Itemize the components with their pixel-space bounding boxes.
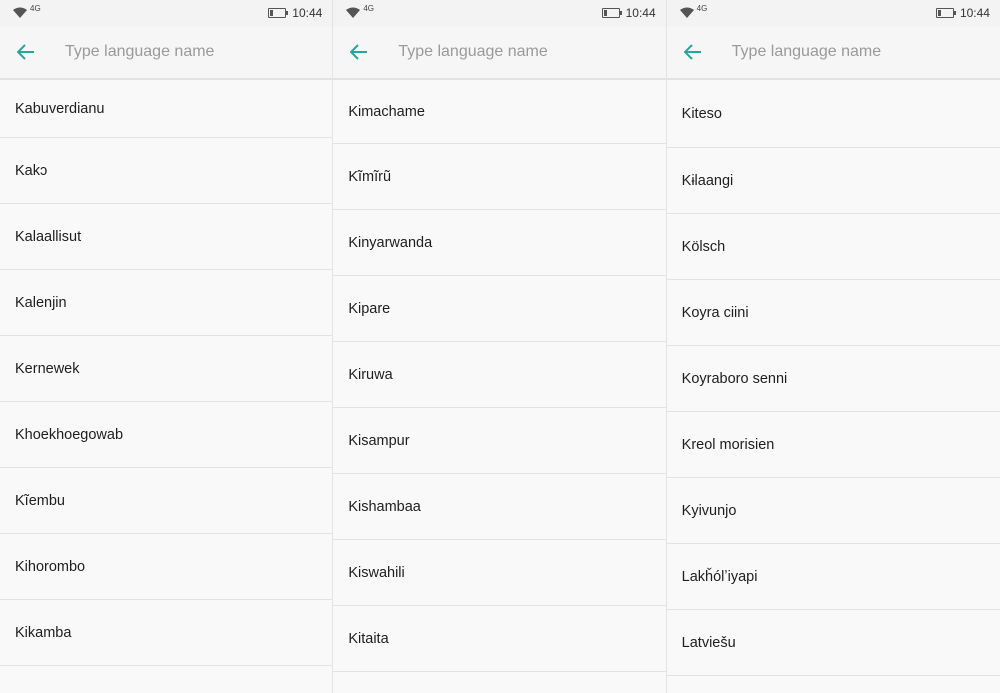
battery-icon	[601, 8, 622, 18]
language-item[interactable]: Kipare	[333, 276, 666, 342]
language-item[interactable]: Kalaallisut	[0, 204, 333, 270]
language-item[interactable]: Kimachame	[333, 80, 666, 144]
clock: 10:44	[292, 6, 323, 20]
search-bar	[333, 26, 666, 80]
language-item[interactable]: Kikamba	[0, 600, 333, 666]
phone-screen-1: 4G 10:44 Kabuverdianu Kakɔ Kalaallisut K…	[0, 0, 334, 693]
language-item[interactable]: Kiswahili	[333, 540, 666, 606]
phone-screen-3: 4G 10:44 Kiteso Kɨlaangi Kölsch Koyra ci…	[666, 0, 1000, 693]
status-icons: 4G	[345, 3, 374, 19]
language-search-input[interactable]	[65, 43, 295, 61]
battery-icon	[935, 8, 956, 18]
battery-icon	[268, 8, 289, 18]
status-bar: 4G 10:44	[333, 0, 666, 26]
language-list: Kiteso Kɨlaangi Kölsch Koyra ciini Koyra…	[666, 80, 1000, 676]
language-item[interactable]: Lakȟólʼiyapi	[666, 544, 1000, 610]
back-arrow-icon[interactable]	[667, 26, 719, 78]
language-item[interactable]: Kabuverdianu	[0, 80, 333, 138]
status-right: 10:44	[601, 6, 656, 20]
language-item[interactable]: Kernewek	[0, 336, 333, 402]
language-list: Kabuverdianu Kakɔ Kalaallisut Kalenjin K…	[0, 80, 333, 666]
language-item[interactable]: Kisampur	[333, 408, 666, 474]
language-item[interactable]: Koyraboro senni	[666, 346, 1000, 412]
status-right: 10:44	[268, 6, 322, 20]
network-type-label: 4G	[363, 3, 374, 13]
status-right: 10:44	[935, 6, 990, 20]
language-item[interactable]: Kĩmĩrũ	[333, 144, 666, 210]
language-item[interactable]: Khoekhoegowab	[0, 402, 333, 468]
network-type-label: 4G	[696, 3, 708, 13]
status-bar: 4G 10:44	[666, 0, 1000, 26]
language-item[interactable]: Kinyarwanda	[333, 210, 666, 276]
status-bar: 4G 10:44	[0, 0, 333, 26]
language-item[interactable]: Kiteso	[666, 80, 1000, 148]
language-item[interactable]: Kalenjin	[0, 270, 333, 336]
language-item[interactable]: Kihorombo	[0, 534, 333, 600]
language-item[interactable]: Kreol morisien	[666, 412, 1000, 478]
language-item[interactable]: Kishambaa	[333, 474, 666, 540]
wifi-icon	[345, 7, 361, 19]
language-item[interactable]: Latviešu	[666, 610, 1000, 676]
status-icons: 4G	[12, 3, 41, 19]
language-item[interactable]: Kĩembu	[0, 468, 333, 534]
clock: 10:44	[625, 6, 656, 20]
wifi-icon	[679, 7, 695, 19]
language-item[interactable]: Kiruwa	[333, 342, 666, 408]
language-search-input[interactable]	[731, 43, 962, 61]
clock: 10:44	[959, 6, 990, 20]
back-arrow-icon[interactable]	[333, 26, 385, 78]
language-search-input[interactable]	[398, 43, 629, 61]
language-list: Kimachame Kĩmĩrũ Kinyarwanda Kipare Kiru…	[333, 80, 666, 672]
language-item[interactable]: Koyra ciini	[666, 280, 1000, 346]
language-item[interactable]: Kyivunjo	[666, 478, 1000, 544]
status-icons: 4G	[679, 3, 708, 19]
network-type-label: 4G	[30, 3, 41, 13]
wifi-icon	[12, 7, 28, 19]
phone-screen-2: 4G 10:44 Kimachame Kĩmĩrũ Kinyarwanda Ki…	[333, 0, 667, 693]
back-arrow-icon[interactable]	[0, 26, 52, 78]
language-item[interactable]: Kölsch	[666, 214, 1000, 280]
screens: 4G 10:44 Kabuverdianu Kakɔ Kalaallisut K…	[0, 0, 1000, 693]
language-item[interactable]: Kɨlaangi	[666, 148, 1000, 214]
search-bar	[666, 26, 1000, 80]
search-bar	[0, 26, 333, 80]
language-item[interactable]: Kitaita	[333, 606, 666, 672]
language-item[interactable]: Kakɔ	[0, 138, 333, 204]
